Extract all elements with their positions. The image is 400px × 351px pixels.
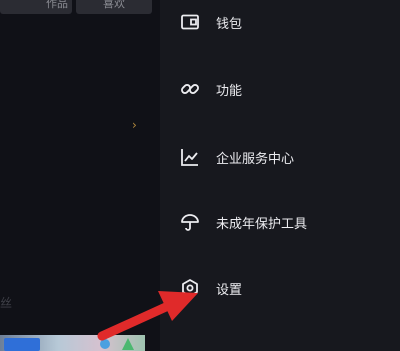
umbrella-icon: [180, 212, 200, 232]
chart-icon: [180, 147, 200, 167]
link-icon: [180, 79, 200, 99]
menu-item-wallet[interactable]: 钱包: [180, 10, 380, 34]
settings-icon: [180, 278, 200, 298]
menu-item-label: 企业服务中心: [216, 151, 295, 167]
background-tabs: 作品 喜欢: [0, 0, 160, 16]
background-tab-works[interactable]: 作品: [0, 0, 72, 14]
menu-item-label: 设置: [216, 282, 243, 298]
background-tab-likes[interactable]: 喜欢: [76, 0, 152, 14]
background-sub-text: 丝: [0, 296, 13, 310]
menu-item-label: 未成年保护工具: [216, 216, 308, 232]
menu-item-settings[interactable]: 设置: [180, 276, 380, 300]
chevron-right-icon[interactable]: ›: [132, 118, 137, 132]
wallet-icon: [180, 12, 200, 32]
thumbnail-leaf-icon: [122, 338, 134, 350]
thumbnail-badge: [4, 338, 40, 351]
menu-item-enterprise-center[interactable]: 企业服务中心: [180, 145, 380, 169]
menu-item-label: 钱包: [216, 16, 243, 32]
menu-item-features[interactable]: 功能: [180, 77, 380, 101]
menu-item-minor-protection[interactable]: 未成年保护工具: [180, 210, 380, 234]
background-app: 作品 喜欢 › 丝: [0, 0, 160, 351]
thumbnail-dot-icon: [100, 339, 110, 349]
menu-item-label: 功能: [216, 83, 243, 99]
